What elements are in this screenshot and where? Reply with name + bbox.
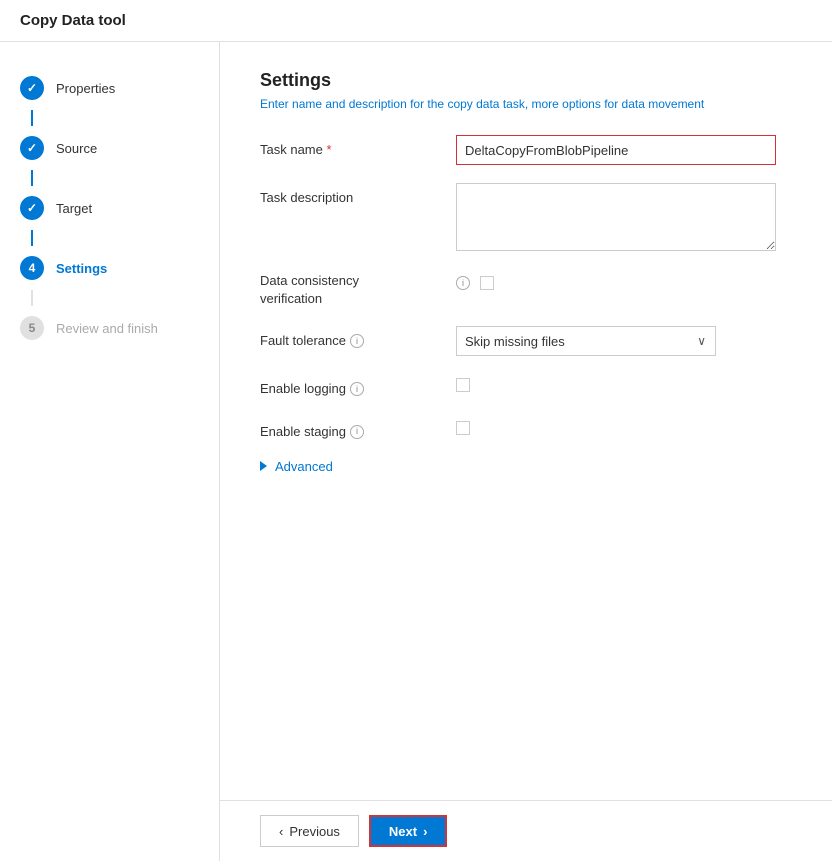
connector-1: [31, 110, 33, 126]
data-consistency-checkbox[interactable]: [480, 276, 494, 290]
task-name-label: Task name *: [260, 135, 440, 159]
main-layout: ✓ Properties ✓ Source ✓ Target 4 Setting: [0, 42, 832, 861]
next-label: Next: [389, 824, 417, 839]
step-circle-properties: ✓: [20, 76, 44, 100]
enable-staging-checkbox[interactable]: [456, 421, 470, 435]
previous-label: Previous: [289, 824, 340, 839]
data-consistency-row: Data consistency verification i: [260, 272, 792, 308]
enable-logging-checkbox[interactable]: [456, 378, 470, 392]
task-name-row: Task name *: [260, 135, 792, 165]
next-button[interactable]: Next ›: [369, 815, 448, 847]
fault-tolerance-control: Skip missing files Fail on missing files…: [456, 326, 792, 356]
enable-logging-row: Enable logging i: [260, 374, 792, 398]
section-title: Settings: [260, 70, 792, 91]
fault-tolerance-select[interactable]: Skip missing files Fail on missing files…: [456, 326, 716, 356]
fault-tolerance-label: Fault tolerance i: [260, 326, 440, 350]
task-name-control: [456, 135, 792, 165]
previous-button[interactable]: ‹ Previous: [260, 815, 359, 847]
step-circle-settings: 4: [20, 256, 44, 280]
fault-tolerance-select-wrapper: Skip missing files Fail on missing files…: [456, 326, 716, 356]
enable-logging-control: [456, 374, 470, 392]
step-number-review: 5: [29, 321, 36, 335]
connector-3: [31, 230, 33, 246]
data-consistency-info-icon[interactable]: i: [456, 276, 470, 290]
step-label-target: Target: [56, 201, 92, 216]
step-circle-review: 5: [20, 316, 44, 340]
footer: ‹ Previous Next ›: [220, 800, 832, 861]
content-area: Settings Enter name and description for …: [220, 42, 832, 800]
sidebar-item-source[interactable]: ✓ Source: [0, 126, 219, 170]
enable-logging-info-icon[interactable]: i: [350, 382, 364, 396]
enable-logging-label: Enable logging i: [260, 374, 440, 398]
sidebar-item-target[interactable]: ✓ Target: [0, 186, 219, 230]
advanced-row[interactable]: Advanced: [260, 459, 792, 474]
connector-2: [31, 170, 33, 186]
app-header: Copy Data tool: [0, 0, 832, 42]
sidebar-item-settings[interactable]: 4 Settings: [0, 246, 219, 290]
data-consistency-label: Data consistency verification: [260, 272, 440, 308]
task-description-label: Task description: [260, 183, 440, 207]
fault-tolerance-row: Fault tolerance i Skip missing files Fai…: [260, 326, 792, 356]
sidebar-item-review[interactable]: 5 Review and finish: [0, 306, 219, 350]
sidebar: ✓ Properties ✓ Source ✓ Target 4 Setting: [0, 42, 220, 861]
fault-tolerance-info-icon[interactable]: i: [350, 334, 364, 348]
step-circle-source: ✓: [20, 136, 44, 160]
task-name-required: *: [327, 142, 332, 157]
section-subtitle: Enter name and description for the copy …: [260, 97, 792, 111]
step-label-source: Source: [56, 141, 97, 156]
advanced-triangle-icon: [260, 461, 267, 471]
enable-staging-row: Enable staging i: [260, 417, 792, 441]
main-content: Settings Enter name and description for …: [220, 42, 832, 861]
task-description-row: Task description: [260, 183, 792, 254]
step-label-review: Review and finish: [56, 321, 158, 336]
step-label-properties: Properties: [56, 81, 115, 96]
step-label-settings: Settings: [56, 261, 107, 276]
enable-staging-label: Enable staging i: [260, 417, 440, 441]
task-description-control: [456, 183, 792, 254]
app-title: Copy Data tool: [20, 12, 126, 29]
checkmark-target: ✓: [27, 201, 37, 215]
checkmark-properties: ✓: [27, 81, 37, 95]
task-description-input[interactable]: [456, 183, 776, 251]
advanced-label: Advanced: [275, 459, 333, 474]
previous-icon: ‹: [279, 824, 283, 839]
sidebar-item-properties[interactable]: ✓ Properties: [0, 66, 219, 110]
checkmark-source: ✓: [27, 141, 37, 155]
next-icon: ›: [423, 824, 427, 839]
enable-staging-control: [456, 417, 470, 435]
step-circle-target: ✓: [20, 196, 44, 220]
data-consistency-control: i: [456, 272, 494, 290]
enable-staging-info-icon[interactable]: i: [350, 425, 364, 439]
connector-4: [31, 290, 33, 306]
task-name-input[interactable]: [456, 135, 776, 165]
step-number-settings: 4: [29, 261, 36, 275]
